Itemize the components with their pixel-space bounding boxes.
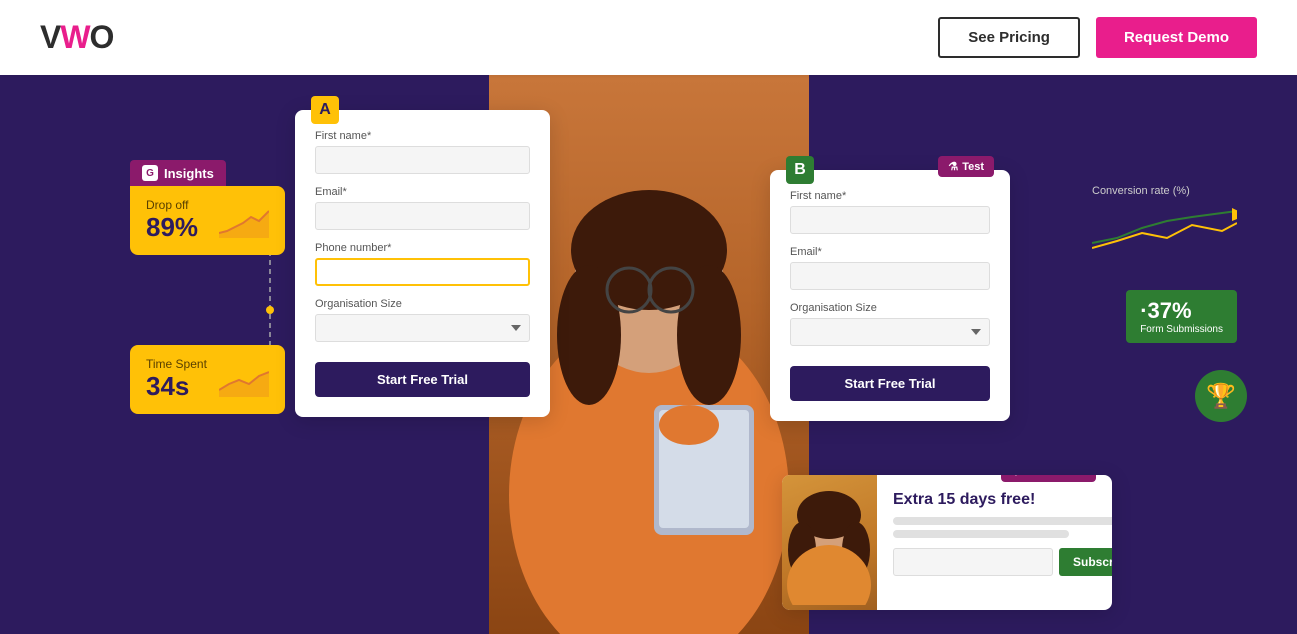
form-b-first-name-input[interactable] (790, 206, 990, 234)
request-demo-button[interactable]: Request Demo (1096, 17, 1257, 58)
form-submissions-percent: ·37% (1140, 298, 1223, 324)
form-b-org-select[interactable]: 1-10 11-50 51-200 200+ (790, 318, 990, 346)
form-a-card: A First name* Email* Phone number* Organ… (295, 110, 550, 417)
form-a-phone-input[interactable] (315, 258, 530, 286)
form-b-email-field: Email* (790, 246, 990, 290)
test-badge: ⚗ Test (938, 156, 994, 177)
insights-badge: G Insights (130, 160, 226, 186)
time-spent-card: Time Spent 34s (130, 345, 285, 414)
personalize-inner: Extra 15 days free! Subscribe (782, 475, 1112, 610)
personalize-label: Personalize (1025, 475, 1086, 478)
personalize-email-input[interactable] (893, 548, 1053, 576)
personalize-badge: ⚙ Personalize (1001, 475, 1096, 482)
personalize-icon: ⚙ (1011, 475, 1021, 478)
subscribe-button[interactable]: Subscribe (1059, 548, 1112, 576)
form-a-first-name-label: First name* (315, 130, 530, 142)
personalize-title: Extra 15 days free! (893, 491, 1112, 509)
drop-off-value: 89% (146, 212, 198, 243)
form-b-first-name-field: First name* (790, 190, 990, 234)
form-a-phone-field: Phone number* (315, 242, 530, 286)
drop-off-text: Drop off 89% (146, 198, 198, 243)
header: VWO See Pricing Request Demo (0, 0, 1297, 75)
test-label: Test (962, 161, 984, 173)
form-a-email-label: Email* (315, 186, 530, 198)
form-b-org-field: Organisation Size 1-10 11-50 51-200 200+ (790, 302, 990, 346)
form-b-start-trial-button[interactable]: Start Free Trial (790, 366, 990, 401)
personalize-input-row: Subscribe (893, 548, 1112, 576)
header-actions: See Pricing Request Demo (938, 17, 1257, 58)
form-a-first-name-input[interactable] (315, 146, 530, 174)
form-submissions-label: Form Submissions (1140, 324, 1223, 335)
test-icon: ⚗ (948, 160, 958, 173)
form-b-first-name-label: First name* (790, 190, 990, 202)
time-spent-value: 34s (146, 371, 207, 402)
time-spent-chart (219, 362, 269, 397)
personalize-card: ⚙ Personalize Extra 15 days free! (782, 475, 1112, 610)
trophy-badge: 🏆 (1195, 370, 1247, 422)
drop-off-label: Drop off (146, 198, 198, 212)
form-a-email-input[interactable] (315, 202, 530, 230)
form-a-start-trial-button[interactable]: Start Free Trial (315, 362, 530, 397)
form-a-org-field: Organisation Size 1-10 11-50 51-200 200+ (315, 298, 530, 342)
logo: VWO (40, 19, 113, 56)
form-a-first-name-field: First name* (315, 130, 530, 174)
trophy-icon: 🏆 (1206, 382, 1236, 411)
insights-label: Insights (164, 166, 214, 181)
form-submissions-badge: ·37% Form Submissions (1126, 290, 1237, 343)
personalize-image (782, 475, 877, 610)
insights-icon: G (142, 165, 158, 181)
form-b-badge: B (786, 156, 814, 184)
logo-accent: W (60, 19, 89, 55)
form-a-org-label: Organisation Size (315, 298, 530, 310)
conversion-chart: Conversion rate (%) (1092, 185, 1237, 258)
insights-card: G Insights Drop off 89% (130, 160, 285, 255)
personalize-content: Extra 15 days free! Subscribe (877, 475, 1112, 610)
main-section: G Insights Drop off 89% Time Spent 34s (0, 75, 1297, 634)
personalize-text-line-2 (893, 530, 1069, 538)
time-spent-label: Time Spent (146, 357, 207, 371)
conversion-label: Conversion rate (%) (1092, 185, 1237, 197)
see-pricing-button[interactable]: See Pricing (938, 17, 1080, 58)
form-a-email-field: Email* (315, 186, 530, 230)
personalize-text-line-1 (893, 517, 1112, 525)
form-a-phone-label: Phone number* (315, 242, 530, 254)
drop-off-card: Drop off 89% (130, 186, 285, 255)
form-b-card: B ⚗ Test First name* Email* Organisation… (770, 170, 1010, 421)
form-b-org-label: Organisation Size (790, 302, 990, 314)
form-a-org-select[interactable]: 1-10 11-50 51-200 200+ (315, 314, 530, 342)
form-b-email-input[interactable] (790, 262, 990, 290)
form-b-email-label: Email* (790, 246, 990, 258)
form-a-badge: A (311, 96, 339, 124)
conversion-chart-area (1092, 203, 1237, 258)
time-spent-text: Time Spent 34s (146, 357, 207, 402)
drop-off-chart (219, 203, 269, 238)
